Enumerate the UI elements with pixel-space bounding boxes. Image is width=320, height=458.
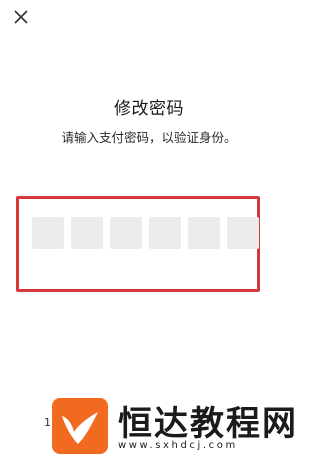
- password-digit-6[interactable]: [227, 217, 259, 249]
- password-digit-5[interactable]: [188, 217, 220, 249]
- site-logo-icon: [52, 398, 108, 454]
- close-icon: [14, 10, 28, 24]
- page-title: 修改密码: [114, 99, 184, 119]
- watermark-url: www.sxhdcj.com: [118, 440, 238, 451]
- watermark-site-name: 恒达教程网: [118, 404, 298, 444]
- password-digit-1[interactable]: [32, 217, 64, 249]
- password-digit-3[interactable]: [110, 217, 142, 249]
- password-input[interactable]: [32, 217, 259, 249]
- page-subtitle: 请输入支付密码，以验证身份。: [61, 130, 237, 145]
- password-digit-2[interactable]: [71, 217, 103, 249]
- close-button[interactable]: [10, 6, 32, 28]
- watermark: 恒达教程网 www.sxhdcj.com: [46, 394, 298, 458]
- password-digit-4[interactable]: [149, 217, 181, 249]
